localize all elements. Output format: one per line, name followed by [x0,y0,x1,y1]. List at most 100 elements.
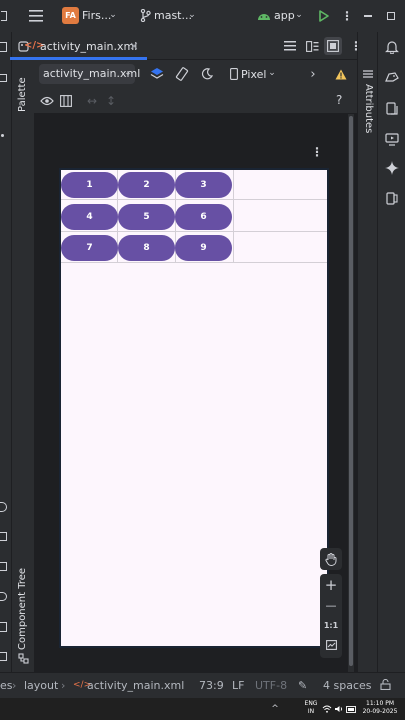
line-separator[interactable]: LF [232,679,244,692]
file-select[interactable]: activity_main.xml ⌄ [39,64,140,84]
left-tool-strip [0,32,12,672]
maximize-icon[interactable] [384,8,398,24]
chevron-down-icon[interactable]: ⌄ [107,8,119,22]
device-manager-icon[interactable] [383,99,401,117]
help-icon[interactable]: ? [336,93,342,107]
indent-setting[interactable]: 4 spaces [323,679,372,692]
gradle-icon[interactable] [0,502,7,512]
cursor-position[interactable]: 73:9 [199,679,224,692]
wifi-icon[interactable] [321,702,333,716]
view-toolbar: ↔ ↕ ? [34,88,357,114]
zoom-controls: + — 1:1 [320,574,342,658]
problems-icon[interactable] [0,652,7,661]
resource-manager-icon[interactable] [0,74,7,82]
chevron-down-icon[interactable]: ⌄ [293,8,305,22]
gemini-bot-icon[interactable] [383,68,401,86]
breadcrumb-separator-icon: › [61,679,66,692]
file-encoding[interactable]: UTF-8 [255,679,287,692]
close-tab-icon[interactable]: ✕ [128,39,140,53]
run-config-label[interactable]: app [274,9,295,22]
tab-label: activity_main.xml [40,40,138,53]
code-style-icon[interactable]: ✎ [298,679,307,692]
device-preview[interactable]: 1 2 3 4 5 6 7 8 9 [59,168,329,648]
clock-time: 11:10 PM [366,700,394,707]
zoom-to-fit-icon[interactable] [320,637,342,653]
chevron-down-icon[interactable]: ⌄ [267,66,277,80]
device-select[interactable]: Pixel [241,68,266,81]
zoom-in-icon[interactable]: + [320,576,342,594]
grid-button-2[interactable]: 2 [118,172,175,198]
project-badge[interactable]: FA [62,7,79,24]
attributes-tab[interactable]: Attributes [363,84,374,133]
git-branch-icon[interactable] [138,8,152,22]
android-icon[interactable] [256,8,272,22]
warning-icon[interactable] [334,66,348,82]
chevron-right-icon[interactable]: › [307,66,319,82]
expand-horizontal-icon[interactable]: ↔ [84,93,100,109]
device-icon[interactable] [228,65,240,83]
breadcrumb-separator-icon: › [12,679,17,692]
notifications-icon[interactable] [383,38,401,56]
editor-tab-bar: </> activity_main.xml ✕ ⋮ [10,32,362,60]
hamburger-menu-icon[interactable] [26,6,46,26]
pan-hand-icon[interactable] [320,548,342,570]
grid-button-4[interactable]: 4 [61,204,118,230]
layers-icon[interactable] [148,65,166,83]
palette-tab[interactable]: Palette [17,77,28,112]
grid-button-1[interactable]: 1 [61,172,118,198]
clock-date: 20-09-2025 [362,708,398,715]
zoom-out-icon[interactable]: — [320,597,342,613]
grid-button-5[interactable]: 5 [118,204,175,230]
language-indicator[interactable]: ENG IN [303,700,319,716]
code-view-icon[interactable] [282,38,298,54]
language-line-1: ENG [304,700,318,707]
chevron-down-icon[interactable]: ⌄ [186,8,198,22]
component-tree-tab[interactable]: Component Tree [17,568,28,650]
clock[interactable]: 11:10 PM 20-09-2025 [360,700,400,716]
component-tree-icon[interactable] [17,652,29,664]
grid-button-7[interactable]: 7 [61,235,118,261]
more-vertical-icon[interactable]: ⋮ [340,8,354,24]
scrollbar-thumb[interactable] [349,116,353,666]
night-mode-icon[interactable] [198,65,216,83]
more-vertical-icon[interactable]: ⋮ [311,144,323,160]
app-inspection-icon[interactable] [0,592,7,601]
design-view-icon[interactable] [324,37,342,55]
eye-icon[interactable] [39,93,55,109]
project-tool-icon[interactable] [0,42,7,52]
sparkle-ai-icon[interactable] [383,159,401,177]
window-edge-icon [0,6,8,26]
palette-side-panel: Palette Component Tree [12,32,34,672]
grid-line [61,231,327,232]
lock-icon[interactable] [380,678,391,693]
run-icon[interactable] [316,8,332,24]
minimize-icon[interactable] [361,8,375,24]
tab-activity-main[interactable]: </> activity_main.xml ✕ [10,32,147,60]
grid-button-9[interactable]: 9 [175,235,232,261]
breadcrumb-start[interactable]: es [0,679,13,692]
running-devices-icon[interactable] [383,130,401,148]
build-variants-icon[interactable] [0,532,7,541]
right-tool-strip [377,32,405,672]
attributes-icon[interactable] [361,68,375,80]
blueprint-icon[interactable] [58,93,74,109]
attributes-side-panel: Attributes [357,32,377,672]
emulator-icon[interactable] [383,189,401,207]
orientation-icon[interactable] [173,65,191,83]
zoom-actual-size-button[interactable]: 1:1 [320,617,342,633]
expand-vertical-icon[interactable]: ↕ [104,93,118,109]
breadcrumb-layout[interactable]: layout [24,679,58,692]
grid-button-3[interactable]: 3 [175,172,232,198]
status-bar: es › layout › </> activity_main.xml 73:9… [0,672,405,698]
grid-button-8[interactable]: 8 [118,235,175,261]
more-tools-icon[interactable] [1,134,4,137]
terminal-icon[interactable] [0,622,7,632]
battery-icon[interactable] [345,702,357,716]
volume-icon[interactable] [333,702,345,716]
split-view-icon[interactable] [304,38,320,54]
logcat-icon[interactable] [0,562,7,571]
grid-button-6[interactable]: 6 [175,204,232,230]
design-toolbar: activity_main.xml ⌄ Pixel ⌄ › [34,60,357,88]
breadcrumb-file[interactable]: activity_main.xml [87,679,184,692]
chevron-up-icon[interactable]: ^ [268,702,282,716]
